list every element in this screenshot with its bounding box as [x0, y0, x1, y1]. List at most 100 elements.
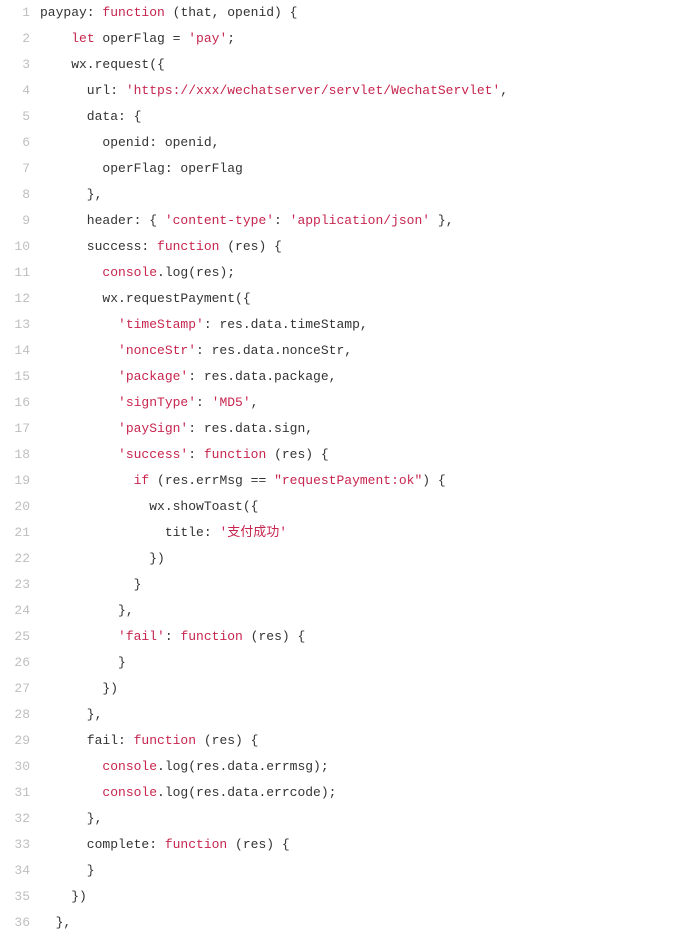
code-token: }: [40, 655, 126, 670]
line-number: 23: [0, 572, 30, 598]
code-token: 'MD5': [212, 395, 251, 410]
code-line: }): [40, 676, 687, 702]
code-token: : res.data.sign,: [188, 421, 313, 436]
code-token: function: [180, 629, 242, 644]
code-line: data: {: [40, 104, 687, 130]
code-token: 'signType': [118, 395, 196, 410]
code-token: :: [188, 447, 204, 462]
code-token: function: [157, 239, 219, 254]
code-token: [40, 629, 118, 644]
code-token: 'application/json': [290, 213, 430, 228]
code-line: if (res.errMsg == "requestPayment:ok") {: [40, 468, 687, 494]
code-token: [40, 265, 102, 280]
code-token: }: [40, 577, 141, 592]
code-line: 'nonceStr': res.data.nonceStr,: [40, 338, 687, 364]
code-token: 'success': [118, 447, 188, 462]
code-token: function: [165, 837, 227, 852]
line-number: 22: [0, 546, 30, 572]
code-token: success:: [40, 239, 157, 254]
line-number: 7: [0, 156, 30, 182]
code-token: },: [40, 187, 102, 202]
code-token: wx.showToast({: [40, 499, 258, 514]
code-token: },: [40, 915, 71, 930]
code-token: complete:: [40, 837, 165, 852]
line-number: 11: [0, 260, 30, 286]
line-number: 19: [0, 468, 30, 494]
line-number: 25: [0, 624, 30, 650]
code-line: url: 'https://xxx/wechatserver/servlet/W…: [40, 78, 687, 104]
code-line: openid: openid,: [40, 130, 687, 156]
code-token: },: [40, 707, 102, 722]
line-number: 12: [0, 286, 30, 312]
code-content: paypay: function (that, openid) { let op…: [40, 0, 687, 936]
line-number: 33: [0, 832, 30, 858]
code-token: function: [134, 733, 196, 748]
code-line: wx.showToast({: [40, 494, 687, 520]
line-number: 27: [0, 676, 30, 702]
code-token: :: [274, 213, 290, 228]
code-token: "requestPayment:ok": [274, 473, 422, 488]
line-number: 17: [0, 416, 30, 442]
code-line: wx.requestPayment({: [40, 286, 687, 312]
code-token: [40, 473, 134, 488]
code-token: (that, openid) {: [165, 5, 298, 20]
code-token: [40, 31, 71, 46]
code-token: ) {: [422, 473, 445, 488]
line-number: 14: [0, 338, 30, 364]
code-token: }: [40, 863, 95, 878]
code-token: 'fail': [118, 629, 165, 644]
code-line: 'success': function (res) {: [40, 442, 687, 468]
code-line: title: '支付成功': [40, 520, 687, 546]
line-number: 35: [0, 884, 30, 910]
code-token: (res) {: [196, 733, 258, 748]
line-number: 24: [0, 598, 30, 624]
line-number: 20: [0, 494, 30, 520]
code-block: 1234567891011121314151617181920212223242…: [0, 0, 687, 936]
code-line: success: function (res) {: [40, 234, 687, 260]
code-line: wx.request({: [40, 52, 687, 78]
line-number: 2: [0, 26, 30, 52]
code-token: let: [71, 31, 94, 46]
code-token: ,: [500, 83, 508, 98]
code-token: if: [134, 473, 150, 488]
code-line: 'fail': function (res) {: [40, 624, 687, 650]
code-line: 'signType': 'MD5',: [40, 390, 687, 416]
code-token: :: [196, 395, 212, 410]
code-token: },: [430, 213, 453, 228]
code-line: let operFlag = 'pay';: [40, 26, 687, 52]
code-token: wx.request({: [40, 57, 165, 72]
code-line: }: [40, 858, 687, 884]
line-number: 15: [0, 364, 30, 390]
code-token: data: {: [40, 109, 141, 124]
line-number: 8: [0, 182, 30, 208]
code-token: }): [40, 681, 118, 696]
code-line: },: [40, 806, 687, 832]
line-number: 5: [0, 104, 30, 130]
code-line: header: { 'content-type': 'application/j…: [40, 208, 687, 234]
code-token: 'paySign': [118, 421, 188, 436]
code-line: },: [40, 182, 687, 208]
code-token: openid: openid,: [40, 135, 219, 150]
code-line: console.log(res);: [40, 260, 687, 286]
code-token: function: [102, 5, 164, 20]
code-token: url:: [40, 83, 126, 98]
code-token: (res) {: [243, 629, 305, 644]
code-token: fail:: [40, 733, 134, 748]
line-number: 30: [0, 754, 30, 780]
code-line: },: [40, 598, 687, 624]
code-token: operFlag =: [95, 31, 189, 46]
code-token: console: [102, 785, 157, 800]
line-number: 16: [0, 390, 30, 416]
line-number: 34: [0, 858, 30, 884]
code-line: 'paySign': res.data.sign,: [40, 416, 687, 442]
code-token: (res.errMsg ==: [149, 473, 274, 488]
line-number: 9: [0, 208, 30, 234]
code-token: [40, 421, 118, 436]
code-token: (res) {: [227, 837, 289, 852]
code-line: complete: function (res) {: [40, 832, 687, 858]
line-number: 21: [0, 520, 30, 546]
code-token: :: [165, 629, 181, 644]
code-token: .log(res.data.errcode);: [157, 785, 336, 800]
code-token: [40, 785, 102, 800]
code-token: operFlag: operFlag: [40, 161, 243, 176]
